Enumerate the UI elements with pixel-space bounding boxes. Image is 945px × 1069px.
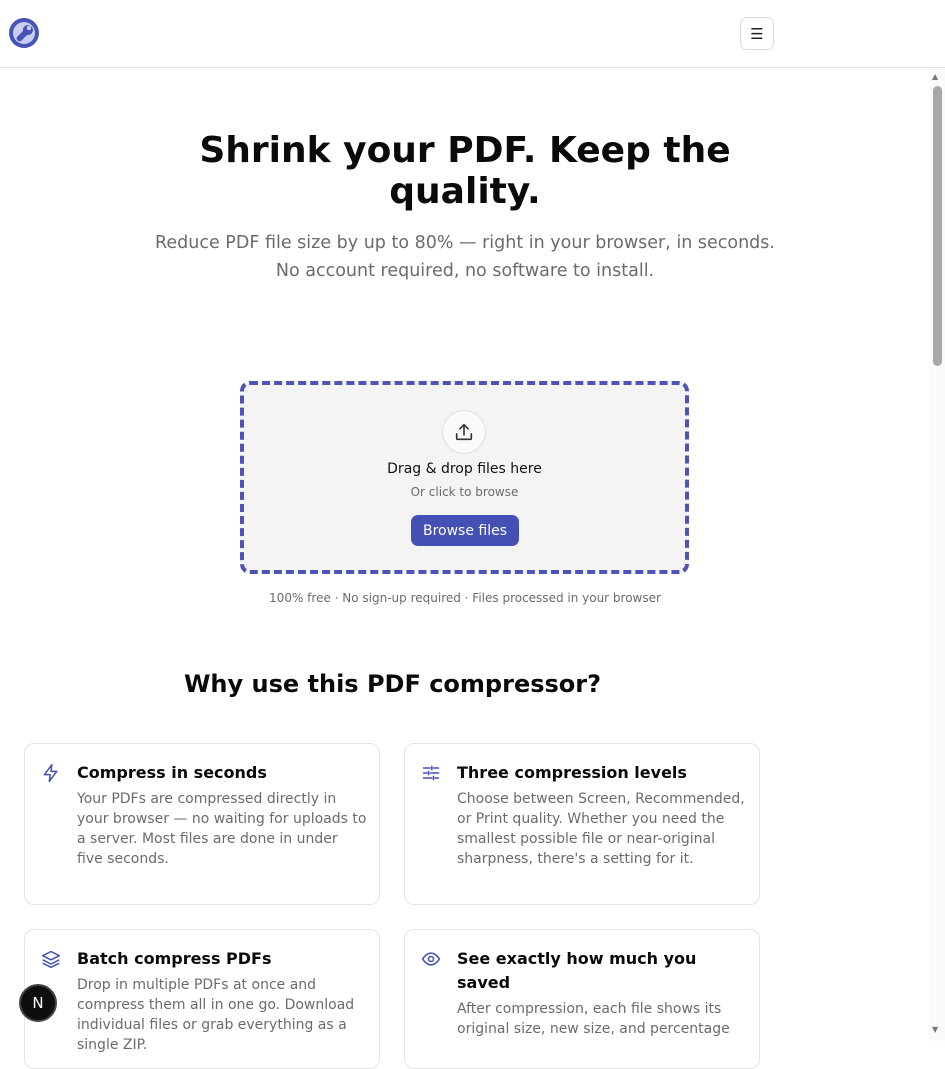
feature-card-levels: Three compression levels Choose between … — [404, 743, 760, 905]
site-header: ☰ — [0, 0, 945, 68]
layers-icon — [41, 949, 61, 969]
feature-card-compress: Compress in seconds Your PDFs are compre… — [24, 743, 380, 905]
feature-body: Choose between Screen, Recommended, or P… — [457, 791, 745, 867]
lightning-icon — [41, 763, 61, 783]
feature-title: Compress in seconds — [77, 763, 267, 782]
scroll-up-arrow-icon[interactable]: ▲ — [932, 72, 938, 81]
hero-subtitle-line-1: Reduce PDF file size by up to 80% — righ… — [155, 233, 775, 253]
feature-body: Your PDFs are compressed directly in you… — [77, 791, 367, 867]
hero-subtitle: Reduce PDF file size by up to 80% — righ… — [130, 229, 800, 285]
free-note: 100% free · No sign-up required · Files … — [269, 591, 661, 605]
feature-card-batch: Batch compress PDFs Drop in multiple PDF… — [24, 929, 380, 1069]
file-dropzone[interactable]: Drag & drop files here Or click to brows… — [240, 381, 689, 574]
hero-title: Shrink your PDF. Keep the quality. — [199, 130, 731, 212]
feature-body: After compression, each file shows its o… — [457, 1001, 730, 1037]
scroll-down-arrow-icon[interactable]: ▼ — [932, 1025, 938, 1034]
sliders-icon — [421, 763, 441, 783]
browse-files-button[interactable]: Browse files — [411, 515, 519, 546]
scrollbar-thumb[interactable] — [933, 86, 942, 366]
upload-icon — [442, 410, 486, 454]
feature-card-savings: See exactly how much you saved After com… — [404, 929, 760, 1069]
feature-title: Three compression levels — [457, 763, 687, 782]
dropzone-subtitle: Or click to browse — [410, 485, 519, 499]
dropzone-title: Drag & drop files here — [387, 461, 542, 477]
hero-subtitle-line-2: No account required, no software to inst… — [275, 261, 655, 281]
hamburger-menu-button[interactable]: ☰ — [740, 17, 774, 50]
hamburger-menu-icon: ☰ — [750, 24, 764, 43]
wrench-refresh-logo-icon[interactable] — [8, 17, 40, 49]
feature-title: Batch compress PDFs — [77, 949, 272, 968]
feature-title: See exactly how much you saved — [457, 949, 697, 992]
why-section-title: Why use this PDF compressor? — [183, 670, 602, 698]
nextjs-dev-badge[interactable]: N — [19, 984, 57, 1022]
eye-icon — [421, 949, 441, 969]
feature-body: Drop in multiple PDFs at once and compre… — [77, 977, 355, 1053]
